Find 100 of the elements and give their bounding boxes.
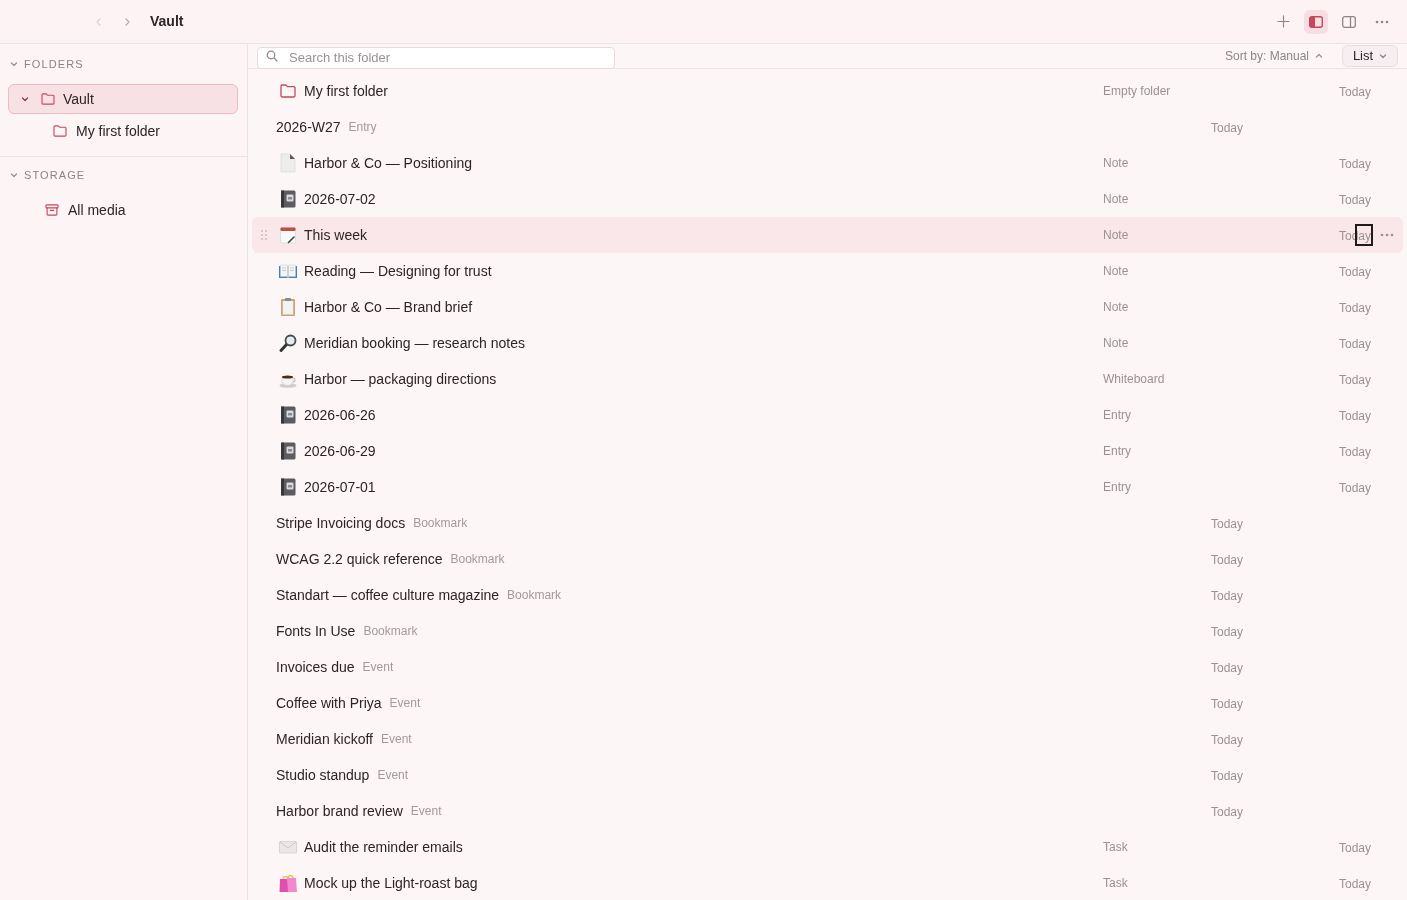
- clipboard-icon: [278, 297, 298, 317]
- item-title: Coffee with Priya: [276, 693, 382, 713]
- item-title: Audit the reminder emails: [304, 837, 463, 857]
- caret-up-icon: [1315, 52, 1323, 60]
- item-type: Event: [389, 695, 421, 712]
- item-title: 2026-06-29: [304, 441, 376, 461]
- item-type: Whiteboard: [1103, 371, 1166, 388]
- split-panel-icon: [1342, 15, 1356, 28]
- item-date: Today: [1338, 373, 1371, 387]
- item-date: Today: [1338, 337, 1371, 351]
- item-type: Task: [1103, 839, 1129, 856]
- item-title: Meridian booking — research notes: [304, 333, 525, 353]
- item-type: Event: [410, 803, 442, 820]
- item-title: Standart — coffee culture magazine: [276, 585, 500, 605]
- open-book-icon: [278, 261, 298, 281]
- item-date: Today: [1210, 697, 1243, 711]
- item-type: Entry: [1103, 479, 1132, 496]
- item-type: Note: [1103, 227, 1130, 244]
- item-date: Today: [1210, 805, 1243, 819]
- item-title: Harbor brand review: [276, 801, 403, 821]
- archive-icon: [45, 204, 59, 216]
- item-date: Today: [1210, 121, 1243, 135]
- item-date: Today: [1338, 877, 1371, 891]
- item-type: Empty folder: [1103, 83, 1172, 100]
- more-icon: [1375, 19, 1389, 24]
- sidebar-item[interactable]: My first folder: [8, 116, 238, 146]
- item-title: My first folder: [304, 81, 388, 101]
- folder-icon: [280, 84, 296, 98]
- notebook-icon: [278, 405, 298, 425]
- item-type: Entry: [348, 119, 377, 136]
- sidebar-toggle-icon: [1309, 15, 1323, 28]
- item-type: Bookmark: [450, 551, 505, 568]
- item-date: Today: [1210, 625, 1243, 639]
- item-type: Event: [381, 731, 412, 748]
- item-date: Today: [1338, 193, 1371, 207]
- item-date: Today: [1210, 553, 1243, 567]
- item-type: Bookmark: [413, 515, 468, 532]
- item-type: Note: [1103, 299, 1130, 316]
- search-field[interactable]: Search this folder: [257, 46, 615, 69]
- item-title: WCAG 2.2 quick reference: [276, 549, 443, 569]
- item-date: Today: [1338, 481, 1371, 495]
- item-title: 2026-07-01: [304, 477, 376, 497]
- item-date: Today: [1210, 661, 1243, 675]
- item-date: Today: [1338, 409, 1371, 423]
- item-type: Entry: [1103, 443, 1132, 460]
- item-title: Harbor & Co — Brand brief: [304, 297, 473, 317]
- item-date: Today: [1338, 85, 1371, 99]
- item-title: Studio standup: [276, 765, 370, 785]
- plus-icon: [1276, 15, 1290, 28]
- shopping-bags-icon: [278, 873, 298, 893]
- item-title: Stripe Invoicing docs: [276, 513, 406, 533]
- item-title: 2026-06-26: [304, 405, 376, 425]
- item-type: Event: [362, 659, 394, 676]
- folder-icon: [53, 125, 67, 137]
- magnifier-icon: [278, 333, 298, 353]
- item-title: Reading — Designing for trust: [304, 261, 492, 281]
- item-type: Event: [377, 767, 409, 784]
- notebook-icon: [278, 189, 298, 209]
- item-date: Today: [1210, 733, 1243, 747]
- window-title: Vault: [150, 12, 184, 31]
- notebook-icon: [278, 441, 298, 461]
- section-header[interactable]: FOLDERS: [0, 54, 247, 74]
- item-title: 2026-07-02: [304, 189, 376, 209]
- item-type: Bookmark: [363, 623, 418, 640]
- toolbar-button[interactable]: [1304, 9, 1328, 34]
- sidebar-item[interactable]: Vault: [8, 84, 238, 114]
- sidebar-item[interactable]: All media: [8, 195, 238, 225]
- item-date: Today: [1210, 517, 1243, 531]
- chevron-down-icon: [1379, 52, 1388, 60]
- search-icon: [266, 50, 278, 62]
- item-date: Today: [1338, 265, 1371, 279]
- document-icon: [278, 153, 298, 173]
- view-button[interactable]: List: [1342, 45, 1398, 67]
- item-title: 2026-W27: [276, 117, 341, 137]
- item-title: Invoices due: [276, 657, 355, 677]
- item-date: Today: [1210, 589, 1243, 603]
- item-title: Fonts In Use: [276, 621, 356, 641]
- item-date: Today: [1338, 157, 1371, 171]
- folder-icon: [41, 93, 55, 105]
- item-type: Note: [1103, 155, 1130, 172]
- more-icon: [1380, 233, 1394, 237]
- item-title: Harbor & Co — Positioning: [304, 153, 473, 173]
- item-title: Mock up the Light-roast bag: [304, 873, 478, 893]
- item-date: Today: [1338, 301, 1371, 315]
- item-title: Harbor — packaging directions: [304, 369, 497, 389]
- item-date: Today: [1338, 841, 1371, 855]
- calendar-icon: [278, 225, 298, 245]
- notebook-icon: [278, 477, 298, 497]
- item-type: Note: [1103, 263, 1130, 280]
- item-title: This week: [304, 225, 368, 245]
- item-type: Note: [1103, 335, 1130, 352]
- item-date: Today: [1338, 445, 1371, 459]
- section-header[interactable]: STORAGE: [0, 165, 247, 185]
- item-type: Bookmark: [507, 587, 562, 604]
- item-title: Meridian kickoff: [276, 729, 373, 749]
- item-type: Note: [1103, 191, 1130, 208]
- drag-handle-icon[interactable]: [261, 230, 267, 240]
- item-type: Task: [1103, 875, 1129, 892]
- item-date: Today: [1210, 769, 1243, 783]
- item-type: Entry: [1103, 407, 1132, 424]
